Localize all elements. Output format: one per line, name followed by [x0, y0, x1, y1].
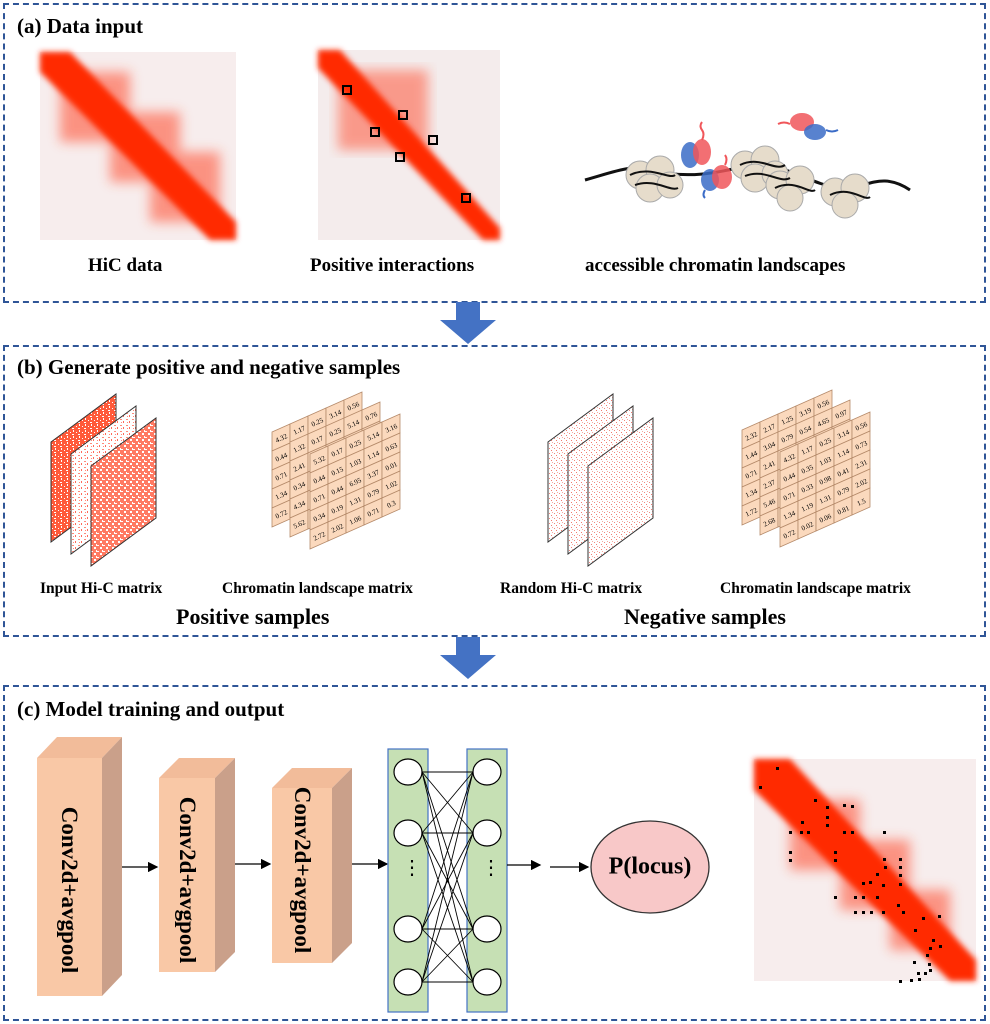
neuron-node: [393, 968, 423, 996]
predicted-interaction-dot: [834, 896, 837, 899]
predicted-interaction-dot: [922, 917, 925, 920]
output-label: P(locus): [608, 853, 692, 880]
predicted-interaction-dot: [883, 831, 886, 834]
predicted-interaction-dot: [929, 969, 932, 972]
predicted-interaction-dot: [910, 979, 913, 982]
predicted-interaction-dot: [902, 911, 905, 914]
predicted-interaction-dot: [924, 972, 927, 975]
predicted-interaction-dot: [897, 904, 900, 907]
neuron-node: [393, 758, 423, 786]
predicted-interaction-dot: [854, 911, 857, 914]
panel-c-title: (c) Model training and output: [17, 697, 285, 721]
negative-samples-label: Negative samples: [624, 604, 786, 629]
neuron-node: [472, 819, 502, 847]
predicted-interaction-dot: [926, 954, 929, 957]
nucleosome-icon: [625, 155, 684, 203]
panel-b-title: (b) Generate positive and negative sampl…: [17, 355, 401, 379]
input-hic-caption: Input Hi-C matrix: [40, 580, 163, 597]
dense-ellipsis-2: ⋮: [481, 857, 501, 879]
predicted-interaction-dot: [862, 882, 865, 885]
predicted-interaction-dot: [826, 816, 829, 819]
neuron-node: [393, 819, 423, 847]
predicted-interaction-dot: [899, 858, 902, 861]
predicted-interaction-dot: [928, 963, 931, 966]
predicted-interaction-dot: [843, 831, 846, 834]
predicted-interaction-dot: [862, 911, 865, 914]
predicted-interaction-dot: [869, 881, 872, 884]
predicted-interaction-dot: [851, 805, 854, 808]
random-hic-caption: Random Hi-C matrix: [500, 580, 643, 597]
predicted-interaction-dot: [939, 945, 942, 948]
predicted-interaction-dot: [789, 859, 792, 862]
neuron-node: [393, 915, 423, 943]
predicted-interaction-dot: [938, 915, 941, 918]
predicted-interaction-dot: [876, 896, 879, 899]
input-hic-matrix-stack: [50, 393, 157, 567]
hic-data-caption: HiC data: [88, 255, 163, 276]
predicted-interaction-dot: [834, 851, 837, 854]
predicted-interaction-dot: [882, 884, 885, 887]
chromatin-caption: accessible chromatin landscapes: [585, 255, 846, 276]
flow-arrow-down-icon: [440, 302, 496, 344]
predicted-interaction-dot: [883, 858, 886, 861]
transcription-factor-icon: [777, 113, 839, 140]
neuron-node: [472, 968, 502, 996]
predicted-interaction-dot: [826, 806, 829, 809]
predicted-interaction-dot: [899, 874, 902, 877]
predicted-interaction-dot: [834, 859, 837, 862]
predicted-interaction-dot: [884, 866, 887, 869]
predicted-interaction-dot: [918, 978, 921, 981]
predicted-interaction-dot: [759, 786, 762, 789]
hic-data-heatmap: [40, 52, 236, 240]
predicted-interaction-dot: [914, 929, 917, 932]
predicted-interaction-dot: [929, 947, 932, 950]
positive-interactions-caption: Positive interactions: [310, 255, 475, 276]
transcription-factor-icon: [681, 121, 732, 199]
negative-chromatin-caption: Chromatin landscape matrix: [720, 580, 911, 597]
predicted-interaction-dot: [807, 831, 810, 834]
predicted-interaction-dot: [862, 896, 865, 899]
predicted-interaction-dot: [932, 939, 935, 942]
output-heatmap: [754, 759, 976, 983]
predicted-interaction-dot: [854, 896, 857, 899]
flow-arrow-down-icon: [440, 637, 496, 679]
predicted-interaction-dot: [843, 804, 846, 807]
positive-samples-label: Positive samples: [176, 604, 330, 629]
conv-layer-label-3: Conv2d+avgpool: [290, 786, 315, 954]
predicted-interaction-dot: [776, 767, 779, 770]
conv-layer-label-1: Conv2d+avgpool: [57, 806, 82, 974]
predicted-interaction-dot: [800, 831, 803, 834]
predicted-interaction-dot: [917, 972, 920, 975]
predicted-interaction-dot: [913, 961, 916, 964]
panel-a-title: (a) Data input: [17, 14, 144, 38]
negative-chromatin-matrix-stack: 2.322.171.253.190.561.440.711.341.723.04…: [741, 389, 871, 548]
positive-interactions-heatmap: [318, 50, 500, 240]
positive-chromatin-caption: Chromatin landscape matrix: [222, 580, 413, 597]
neuron-node: [472, 758, 502, 786]
predicted-interaction-dot: [899, 866, 902, 869]
predicted-interaction-dot: [814, 799, 817, 802]
predicted-interaction-dot: [870, 911, 873, 914]
chromatin-illustration: [584, 113, 911, 219]
predicted-interaction-dot: [876, 873, 879, 876]
predicted-interaction-dot: [826, 824, 829, 827]
predicted-interaction-dot: [899, 883, 902, 886]
predicted-interaction-dot: [789, 831, 792, 834]
predicted-interaction-dot: [801, 821, 804, 824]
predicted-interaction-dot: [899, 980, 902, 983]
predicted-interaction-dot: [851, 831, 854, 834]
predicted-interaction-dot: [789, 851, 792, 854]
conv-layer-label-2: Conv2d+avgpool: [175, 796, 200, 964]
predicted-interaction-dot: [882, 911, 885, 914]
dense-ellipsis-1: ⋮: [402, 857, 422, 879]
neuron-node: [472, 915, 502, 943]
random-hic-matrix-stack: [547, 393, 654, 567]
positive-chromatin-matrix-stack: 4.321.170.253.140.560.440.711.340.721.32…: [271, 391, 401, 550]
